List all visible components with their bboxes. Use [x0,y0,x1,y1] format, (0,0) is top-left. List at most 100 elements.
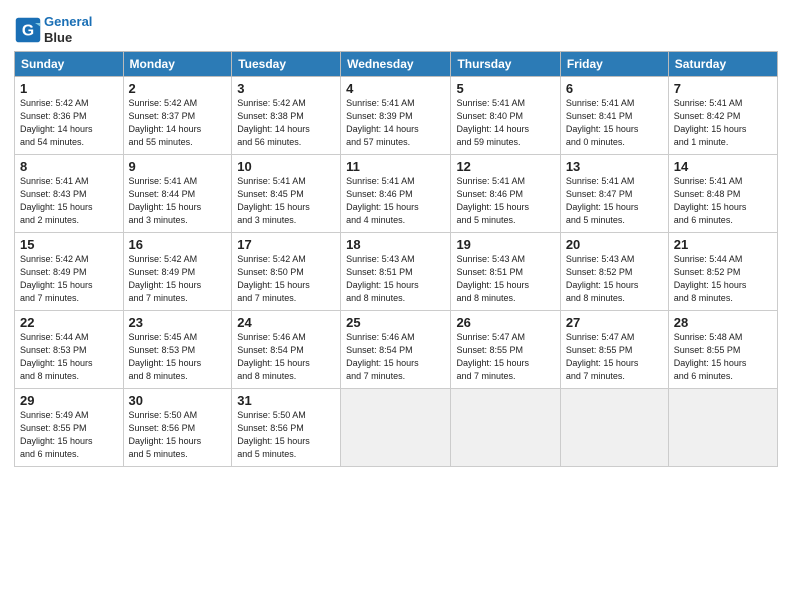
day-info: Sunrise: 5:41 AMSunset: 8:46 PMDaylight:… [456,175,554,227]
calendar-cell: 27Sunrise: 5:47 AMSunset: 8:55 PMDayligh… [560,311,668,389]
day-info: Sunrise: 5:41 AMSunset: 8:48 PMDaylight:… [674,175,772,227]
day-number: 6 [566,81,663,96]
day-info: Sunrise: 5:44 AMSunset: 8:52 PMDaylight:… [674,253,772,305]
calendar-cell: 29Sunrise: 5:49 AMSunset: 8:55 PMDayligh… [15,389,124,467]
day-info: Sunrise: 5:42 AMSunset: 8:49 PMDaylight:… [20,253,118,305]
day-number: 31 [237,393,335,408]
header: G General Blue [14,10,778,45]
day-number: 27 [566,315,663,330]
weekday-thursday: Thursday [451,52,560,77]
day-number: 13 [566,159,663,174]
day-number: 21 [674,237,772,252]
day-info: Sunrise: 5:41 AMSunset: 8:45 PMDaylight:… [237,175,335,227]
day-number: 5 [456,81,554,96]
calendar-cell: 14Sunrise: 5:41 AMSunset: 8:48 PMDayligh… [668,155,777,233]
day-info: Sunrise: 5:45 AMSunset: 8:53 PMDaylight:… [129,331,227,383]
day-number: 15 [20,237,118,252]
day-info: Sunrise: 5:43 AMSunset: 8:52 PMDaylight:… [566,253,663,305]
day-number: 8 [20,159,118,174]
calendar-cell: 9Sunrise: 5:41 AMSunset: 8:44 PMDaylight… [123,155,232,233]
week-row-3: 15Sunrise: 5:42 AMSunset: 8:49 PMDayligh… [15,233,778,311]
day-info: Sunrise: 5:47 AMSunset: 8:55 PMDaylight:… [456,331,554,383]
calendar-cell: 16Sunrise: 5:42 AMSunset: 8:49 PMDayligh… [123,233,232,311]
calendar-cell: 4Sunrise: 5:41 AMSunset: 8:39 PMDaylight… [341,77,451,155]
calendar-cell: 8Sunrise: 5:41 AMSunset: 8:43 PMDaylight… [15,155,124,233]
week-row-1: 1Sunrise: 5:42 AMSunset: 8:36 PMDaylight… [15,77,778,155]
calendar-cell [451,389,560,467]
day-info: Sunrise: 5:42 AMSunset: 8:49 PMDaylight:… [129,253,227,305]
weekday-saturday: Saturday [668,52,777,77]
day-info: Sunrise: 5:41 AMSunset: 8:39 PMDaylight:… [346,97,445,149]
calendar-cell: 5Sunrise: 5:41 AMSunset: 8:40 PMDaylight… [451,77,560,155]
day-number: 10 [237,159,335,174]
calendar-cell: 22Sunrise: 5:44 AMSunset: 8:53 PMDayligh… [15,311,124,389]
day-info: Sunrise: 5:47 AMSunset: 8:55 PMDaylight:… [566,331,663,383]
calendar-cell: 23Sunrise: 5:45 AMSunset: 8:53 PMDayligh… [123,311,232,389]
day-number: 16 [129,237,227,252]
day-number: 22 [20,315,118,330]
week-row-2: 8Sunrise: 5:41 AMSunset: 8:43 PMDaylight… [15,155,778,233]
logo-icon: G [14,16,42,44]
day-info: Sunrise: 5:42 AMSunset: 8:37 PMDaylight:… [129,97,227,149]
day-info: Sunrise: 5:41 AMSunset: 8:47 PMDaylight:… [566,175,663,227]
day-number: 7 [674,81,772,96]
day-number: 11 [346,159,445,174]
week-row-5: 29Sunrise: 5:49 AMSunset: 8:55 PMDayligh… [15,389,778,467]
day-info: Sunrise: 5:41 AMSunset: 8:43 PMDaylight:… [20,175,118,227]
day-info: Sunrise: 5:41 AMSunset: 8:42 PMDaylight:… [674,97,772,149]
calendar-cell: 25Sunrise: 5:46 AMSunset: 8:54 PMDayligh… [341,311,451,389]
page: G General Blue SundayMondayTuesdayWednes… [0,0,792,612]
day-number: 26 [456,315,554,330]
logo: G General Blue [14,14,92,45]
day-info: Sunrise: 5:44 AMSunset: 8:53 PMDaylight:… [20,331,118,383]
day-number: 29 [20,393,118,408]
day-info: Sunrise: 5:50 AMSunset: 8:56 PMDaylight:… [237,409,335,461]
day-number: 18 [346,237,445,252]
day-number: 28 [674,315,772,330]
logo-text: General Blue [44,14,92,45]
calendar-cell: 28Sunrise: 5:48 AMSunset: 8:55 PMDayligh… [668,311,777,389]
calendar-cell: 1Sunrise: 5:42 AMSunset: 8:36 PMDaylight… [15,77,124,155]
calendar-cell: 10Sunrise: 5:41 AMSunset: 8:45 PMDayligh… [232,155,341,233]
day-info: Sunrise: 5:43 AMSunset: 8:51 PMDaylight:… [346,253,445,305]
day-info: Sunrise: 5:42 AMSunset: 8:36 PMDaylight:… [20,97,118,149]
calendar-cell: 15Sunrise: 5:42 AMSunset: 8:49 PMDayligh… [15,233,124,311]
calendar-cell: 21Sunrise: 5:44 AMSunset: 8:52 PMDayligh… [668,233,777,311]
svg-text:G: G [22,22,34,39]
weekday-wednesday: Wednesday [341,52,451,77]
day-info: Sunrise: 5:50 AMSunset: 8:56 PMDaylight:… [129,409,227,461]
day-number: 30 [129,393,227,408]
calendar-cell: 2Sunrise: 5:42 AMSunset: 8:37 PMDaylight… [123,77,232,155]
calendar-cell: 17Sunrise: 5:42 AMSunset: 8:50 PMDayligh… [232,233,341,311]
day-number: 23 [129,315,227,330]
calendar-cell [341,389,451,467]
day-number: 24 [237,315,335,330]
calendar-cell: 11Sunrise: 5:41 AMSunset: 8:46 PMDayligh… [341,155,451,233]
calendar-cell: 18Sunrise: 5:43 AMSunset: 8:51 PMDayligh… [341,233,451,311]
day-info: Sunrise: 5:42 AMSunset: 8:38 PMDaylight:… [237,97,335,149]
weekday-friday: Friday [560,52,668,77]
calendar-table: SundayMondayTuesdayWednesdayThursdayFrid… [14,51,778,467]
calendar-cell: 3Sunrise: 5:42 AMSunset: 8:38 PMDaylight… [232,77,341,155]
weekday-header-row: SundayMondayTuesdayWednesdayThursdayFrid… [15,52,778,77]
day-number: 4 [346,81,445,96]
day-number: 2 [129,81,227,96]
week-row-4: 22Sunrise: 5:44 AMSunset: 8:53 PMDayligh… [15,311,778,389]
weekday-sunday: Sunday [15,52,124,77]
calendar-cell [668,389,777,467]
day-info: Sunrise: 5:49 AMSunset: 8:55 PMDaylight:… [20,409,118,461]
calendar-cell: 7Sunrise: 5:41 AMSunset: 8:42 PMDaylight… [668,77,777,155]
day-number: 3 [237,81,335,96]
day-number: 1 [20,81,118,96]
day-info: Sunrise: 5:46 AMSunset: 8:54 PMDaylight:… [346,331,445,383]
day-number: 17 [237,237,335,252]
day-number: 25 [346,315,445,330]
calendar-cell: 26Sunrise: 5:47 AMSunset: 8:55 PMDayligh… [451,311,560,389]
day-info: Sunrise: 5:46 AMSunset: 8:54 PMDaylight:… [237,331,335,383]
calendar-cell: 19Sunrise: 5:43 AMSunset: 8:51 PMDayligh… [451,233,560,311]
day-info: Sunrise: 5:41 AMSunset: 8:41 PMDaylight:… [566,97,663,149]
day-number: 19 [456,237,554,252]
day-number: 14 [674,159,772,174]
day-info: Sunrise: 5:41 AMSunset: 8:46 PMDaylight:… [346,175,445,227]
calendar-cell: 12Sunrise: 5:41 AMSunset: 8:46 PMDayligh… [451,155,560,233]
